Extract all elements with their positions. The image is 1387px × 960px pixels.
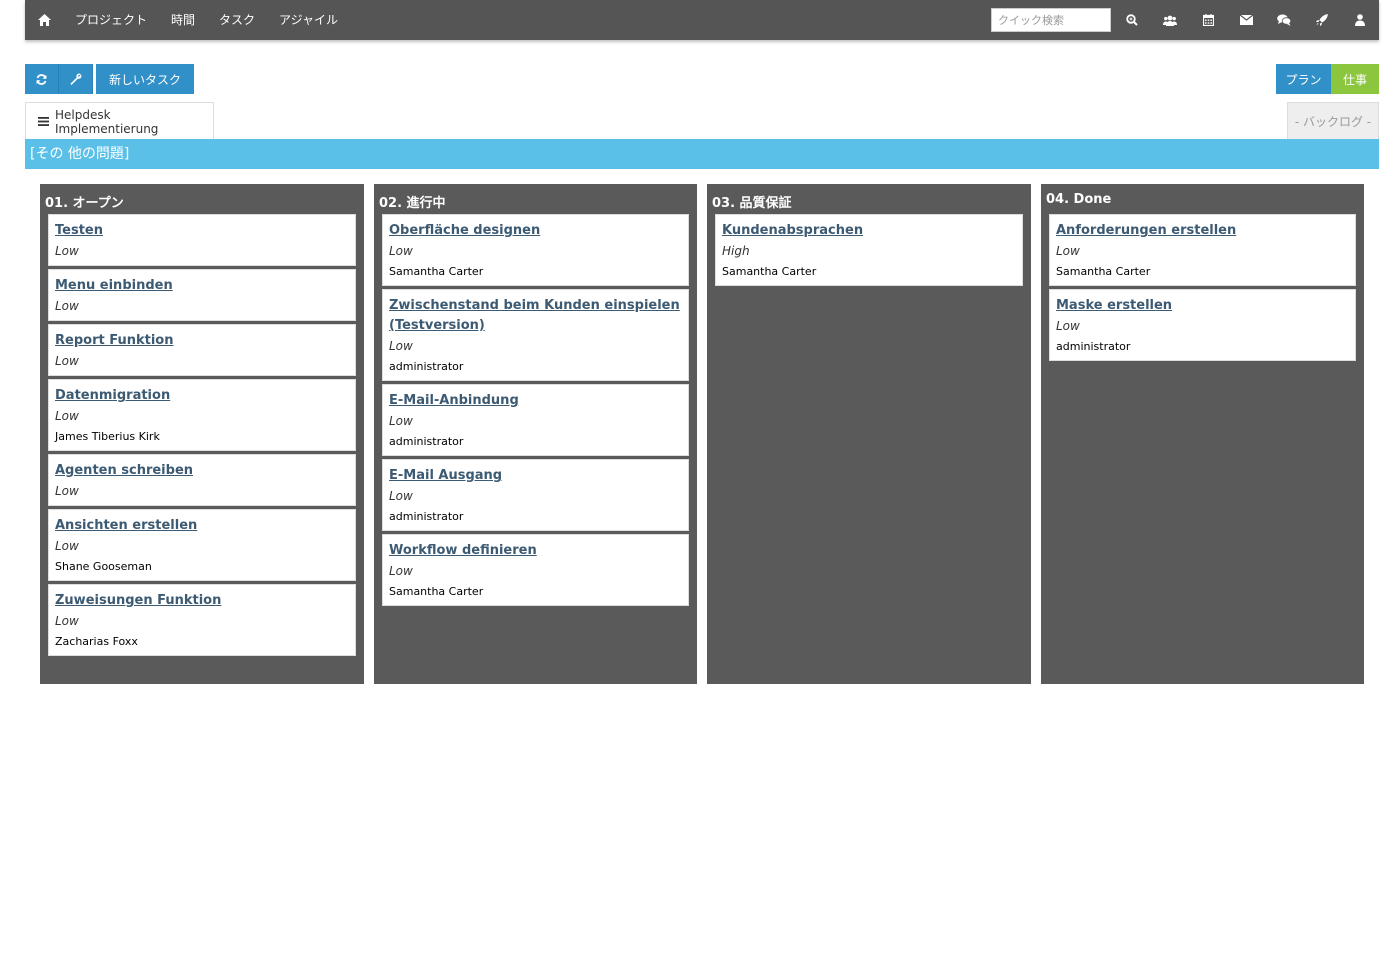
column-title: 04. Done <box>1046 192 1112 207</box>
task-priority: Low <box>55 614 79 628</box>
task-assignee: administrator <box>389 510 464 523</box>
tab-bar: Helpdesk Implementierung - バックログ - <box>25 102 1379 140</box>
column-title: 01. オープン <box>45 196 124 211</box>
board-column-open: 01. オープン Testen Low Menu einbinden Low R… <box>40 184 364 684</box>
wrench-icon <box>70 73 82 85</box>
column-title: 03. 品質保証 <box>712 196 792 211</box>
task-title-link[interactable]: Anforderungen erstellen <box>1056 221 1349 241</box>
calendar-icon[interactable] <box>1189 0 1227 40</box>
home-icon[interactable] <box>25 0 63 40</box>
task-priority: Low <box>55 354 79 368</box>
task-assignee: Zacharias Foxx <box>55 635 138 648</box>
task-card[interactable]: Workflow definieren Low Samantha Carter <box>382 534 689 606</box>
task-priority: Low <box>55 244 79 258</box>
task-assignee: Samantha Carter <box>1056 265 1151 278</box>
task-title-link[interactable]: Maske erstellen <box>1056 296 1349 316</box>
new-task-button[interactable]: 新しいタスク <box>96 64 195 94</box>
nav-tasks[interactable]: タスク <box>207 0 267 40</box>
task-priority: Low <box>389 339 413 353</box>
task-card[interactable]: Agenten schreiben Low <box>48 454 356 506</box>
nav-projects[interactable]: プロジェクト <box>63 0 159 40</box>
tab-label: Helpdesk Implementierung <box>55 107 159 136</box>
task-priority: Low <box>389 244 413 258</box>
task-card[interactable]: Datenmigration Low James Tiberius Kirk <box>48 379 356 451</box>
task-title-link[interactable]: Datenmigration <box>55 386 349 406</box>
task-card[interactable]: Anforderungen erstellen Low Samantha Car… <box>1049 214 1356 286</box>
task-priority: High <box>722 244 750 258</box>
rocket-icon[interactable] <box>1303 0 1341 40</box>
tab-helpdesk-implementierung[interactable]: Helpdesk Implementierung <box>25 102 214 140</box>
task-priority: Low <box>389 489 413 503</box>
task-title-link[interactable]: Testen <box>55 221 349 241</box>
task-assignee: Shane Gooseman <box>55 560 152 573</box>
task-priority: Low <box>1056 319 1080 333</box>
top-navbar: プロジェクト 時間 タスク アジャイル <box>25 0 1379 40</box>
task-priority: Low <box>1056 244 1080 258</box>
user-icon[interactable] <box>1341 0 1379 40</box>
task-assignee: administrator <box>389 360 464 373</box>
plan-view-button[interactable]: プラン <box>1276 64 1331 94</box>
quick-search-input[interactable] <box>991 8 1111 32</box>
task-assignee: administrator <box>1056 340 1131 353</box>
task-title-link[interactable]: Kundenabsprachen <box>722 221 1016 241</box>
task-title-link[interactable]: Menu einbinden <box>55 276 349 296</box>
task-assignee: Samantha Carter <box>389 585 484 598</box>
refresh-button[interactable] <box>25 64 59 94</box>
task-title-link[interactable]: Zwischenstand beim Kunden einspielen (Te… <box>389 296 682 336</box>
board-toolbar: 新しいタスク <box>25 64 195 94</box>
task-title-link[interactable]: E-Mail-Anbindung <box>389 391 682 411</box>
task-card[interactable]: Ansichten erstellen Low Shane Gooseman <box>48 509 356 581</box>
task-priority: Low <box>55 484 79 498</box>
task-title-link[interactable]: Zuweisungen Funktion <box>55 591 349 611</box>
task-card[interactable]: Oberfläche designen Low Samantha Carter <box>382 214 689 286</box>
nav-agile[interactable]: アジャイル <box>267 0 350 40</box>
task-priority: Low <box>55 409 79 423</box>
task-assignee: James Tiberius Kirk <box>55 430 160 443</box>
tab-backlog[interactable]: - バックログ - <box>1287 102 1379 140</box>
task-card[interactable]: Maske erstellen Low administrator <box>1049 289 1356 361</box>
task-card[interactable]: Zuweisungen Funktion Low Zacharias Foxx <box>48 584 356 656</box>
task-title-link[interactable]: Report Funktion <box>55 331 349 351</box>
refresh-icon <box>36 73 47 85</box>
task-card[interactable]: Zwischenstand beim Kunden einspielen (Te… <box>382 289 689 381</box>
task-priority: Low <box>389 564 413 578</box>
task-card[interactable]: Menu einbinden Low <box>48 269 356 321</box>
task-priority: Low <box>389 414 413 428</box>
board-column-in-progress: 02. 進行中 Oberfläche designen Low Samantha… <box>374 184 697 684</box>
search-icon[interactable] <box>1113 0 1151 40</box>
task-title-link[interactable]: Workflow definieren <box>389 541 682 561</box>
task-assignee: Samantha Carter <box>389 265 484 278</box>
task-title-link[interactable]: E-Mail Ausgang <box>389 466 682 486</box>
task-assignee: Samantha Carter <box>722 265 817 278</box>
task-card[interactable]: Testen Low <box>48 214 356 266</box>
task-card[interactable]: E-Mail-Anbindung Low administrator <box>382 384 689 456</box>
work-view-button[interactable]: 仕事 <box>1331 64 1379 94</box>
users-icon[interactable] <box>1151 0 1189 40</box>
task-priority: Low <box>55 299 79 313</box>
task-title-link[interactable]: Oberfläche designen <box>389 221 682 241</box>
task-card[interactable]: Kundenabsprachen High Samantha Carter <box>715 214 1023 286</box>
board-column-qa: 03. 品質保証 Kundenabsprachen High Samantha … <box>707 184 1031 684</box>
task-title-link[interactable]: Ansichten erstellen <box>55 516 349 536</box>
task-priority: Low <box>55 539 79 553</box>
menu-icon <box>38 117 49 126</box>
envelope-icon[interactable] <box>1227 0 1265 40</box>
group-header: [その 他の問題] <box>25 139 1379 169</box>
board-column-done: 04. Done Anforderungen erstellen Low Sam… <box>1041 184 1364 684</box>
column-title: 02. 進行中 <box>379 196 446 211</box>
view-toggle: プラン 仕事 <box>1276 64 1379 94</box>
settings-button[interactable] <box>59 64 93 94</box>
task-card[interactable]: Report Funktion Low <box>48 324 356 376</box>
task-assignee: administrator <box>389 435 464 448</box>
nav-time[interactable]: 時間 <box>159 0 207 40</box>
chat-icon[interactable] <box>1265 0 1303 40</box>
task-card[interactable]: E-Mail Ausgang Low administrator <box>382 459 689 531</box>
task-title-link[interactable]: Agenten schreiben <box>55 461 349 481</box>
